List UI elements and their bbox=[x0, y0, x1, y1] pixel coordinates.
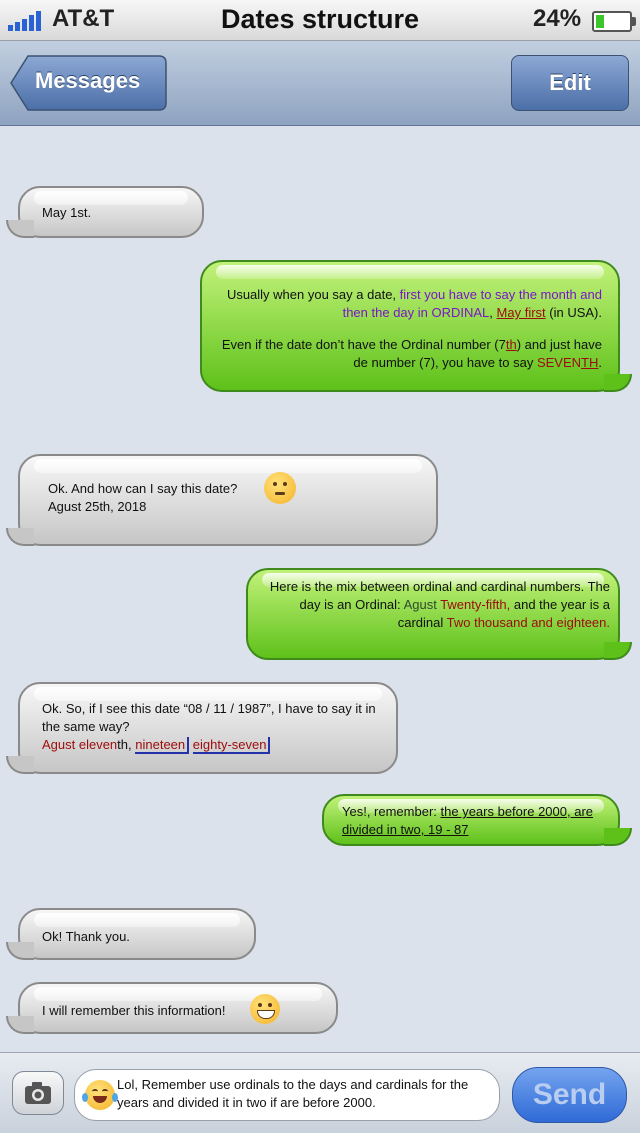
message-bubble-incoming: I will remember this information! bbox=[6, 982, 338, 1034]
message-text: Ok. And how can I say this date? Agust 2… bbox=[48, 481, 238, 514]
status-bar: AT&T Dates structure 24% bbox=[0, 0, 640, 41]
navigation-bar: Messages Edit bbox=[0, 41, 640, 126]
back-button-label: Messages bbox=[35, 68, 141, 93]
message-text: Ok! Thank you. bbox=[42, 929, 130, 944]
message-text: I will remember this information! bbox=[42, 1003, 226, 1018]
message-text: Here is the mix between ordinal and card… bbox=[269, 579, 610, 630]
message-text: Ok. So, if I see this date “08 / 11 / 19… bbox=[42, 701, 376, 754]
send-button[interactable]: Send bbox=[512, 1067, 627, 1123]
edit-button[interactable]: Edit bbox=[511, 55, 629, 111]
message-bubble-outgoing: Here is the mix between ordinal and card… bbox=[246, 568, 632, 660]
grinning-face-emoji bbox=[250, 994, 280, 1024]
message-bubble-incoming: Ok. And how can I say this date? Agust 2… bbox=[6, 454, 438, 546]
message-text: Yes!, remember: the years before 2000, a… bbox=[342, 804, 594, 837]
message-input-bar: Lol, Remember use ordinals to the days a… bbox=[0, 1052, 640, 1133]
message-input-field[interactable]: Lol, Remember use ordinals to the days a… bbox=[74, 1069, 500, 1121]
message-bubble-outgoing: Yes!, remember: the years before 2000, a… bbox=[322, 794, 632, 846]
message-text: Usually when you say a date, first you h… bbox=[221, 287, 602, 370]
message-bubble-incoming: Ok! Thank you. bbox=[6, 908, 256, 960]
message-bubble-incoming: May 1st. bbox=[6, 186, 204, 238]
battery-percentage: 24% bbox=[533, 5, 582, 32]
camera-icon bbox=[25, 1082, 51, 1104]
thinking-face-emoji bbox=[264, 472, 296, 504]
input-text: Lol, Remember use ordinals to the days a… bbox=[117, 1077, 469, 1110]
camera-button[interactable] bbox=[12, 1071, 64, 1115]
message-bubble-outgoing: Usually when you say a date, first you h… bbox=[200, 260, 632, 392]
messages-back-button[interactable]: Messages bbox=[10, 55, 167, 111]
message-text: May 1st. bbox=[42, 205, 92, 220]
battery-icon bbox=[592, 11, 636, 32]
message-bubble-incoming: Ok. So, if I see this date “08 / 11 / 19… bbox=[6, 682, 398, 774]
tears-of-joy-emoji bbox=[82, 1080, 118, 1110]
